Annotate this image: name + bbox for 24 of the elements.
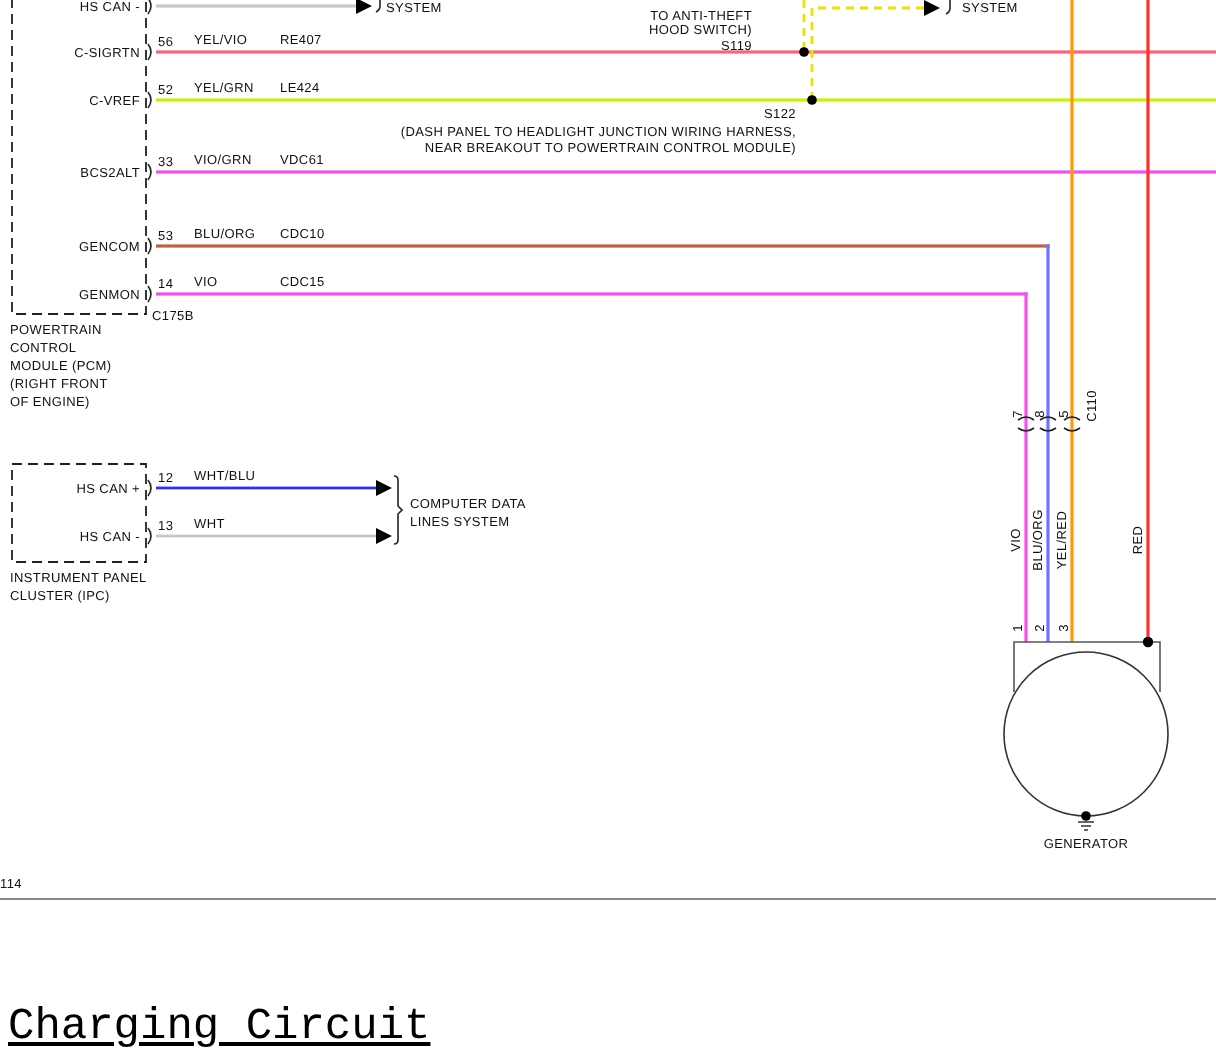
splice-dot — [1142, 636, 1154, 648]
connector-icon — [147, 479, 152, 497]
arrow-icon — [376, 528, 392, 544]
connector-icon — [1063, 416, 1081, 432]
connector-icon — [1039, 416, 1057, 432]
connector-icon — [147, 527, 152, 545]
connector-icon — [147, 237, 152, 255]
connector-icon — [147, 285, 152, 303]
connector-icon — [147, 0, 152, 15]
bracket-icon — [373, 0, 381, 13]
connector-icon — [147, 43, 152, 61]
bracket-icon — [943, 0, 951, 15]
arrow-icon — [376, 480, 392, 496]
module-outline — [11, 463, 147, 563]
arrow-icon — [356, 0, 372, 14]
connector-icon — [1017, 416, 1035, 432]
dashed-wire — [802, 0, 806, 52]
section-heading: Charging Circuit — [8, 1004, 431, 1052]
splice-dot — [807, 95, 817, 105]
dashed-wire — [810, 0, 940, 100]
connector-icon — [147, 91, 152, 109]
connector-icon — [147, 163, 152, 181]
bracket-icon — [393, 475, 403, 545]
splice-dot — [799, 47, 809, 57]
